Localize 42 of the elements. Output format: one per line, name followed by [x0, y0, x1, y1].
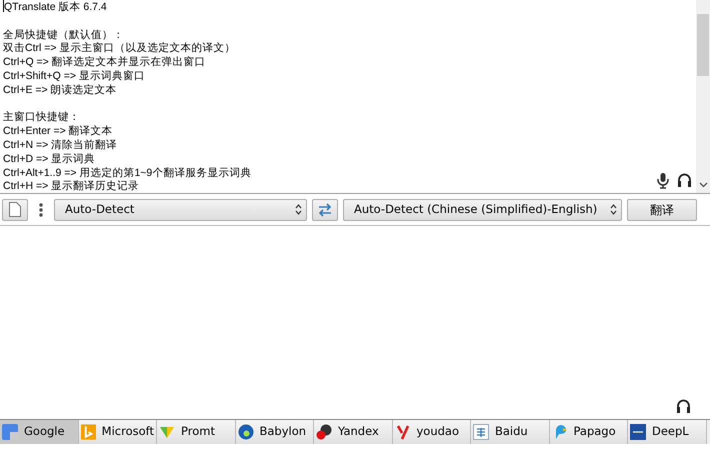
service-tab[interactable]: DeepL	[628, 420, 706, 444]
service-logo-icon	[159, 424, 175, 440]
section-heading: 全局快捷键（默认值）：	[3, 28, 124, 42]
target-language-dropdown[interactable]: Auto-Detect (Chinese (Simplified)-English)	[343, 198, 622, 220]
swap-languages-button[interactable]	[312, 198, 338, 220]
service-tab[interactable]: youdao	[392, 420, 471, 444]
headphones-icon[interactable]	[676, 399, 691, 413]
swap-arrows-icon	[317, 202, 333, 216]
service-tab[interactable]: Promt	[157, 420, 236, 444]
document-icon	[9, 202, 21, 217]
source-language-dropdown[interactable]: Auto-Detect	[54, 198, 307, 220]
service-logo-icon	[80, 424, 96, 440]
service-tab[interactable]: Yandex	[314, 420, 392, 444]
shortcut-line: Ctrl+N => 清除当前翻译	[3, 138, 118, 153]
title-line: QTranslate 版本 6.7.4	[3, 0, 107, 15]
service-logo-icon	[316, 424, 332, 440]
service-logo-icon	[238, 424, 254, 440]
shortcut-line: Ctrl+D => 显示词典	[3, 152, 96, 167]
service-logo-icon	[2, 424, 18, 440]
service-logo-icon	[394, 424, 410, 440]
service-tab[interactable]: Google	[0, 420, 78, 444]
service-tab[interactable]: Babylon	[236, 420, 314, 444]
service-tab[interactable]: Papago	[550, 420, 628, 444]
service-logo-icon	[473, 424, 489, 440]
shortcut-line: Ctrl+Shift+Q => 显示词典窗口	[3, 70, 145, 84]
up-down-arrows-icon	[610, 204, 617, 215]
shortcut-line: Ctrl+H => 显示翻译历史记录	[3, 180, 140, 194]
shortcut-line: Ctrl+Enter => 翻译文本	[3, 125, 113, 139]
new-document-button[interactable]	[2, 198, 28, 220]
service-tab[interactable]: Baidu	[471, 420, 550, 444]
service-logo-icon	[630, 424, 646, 440]
shortcut-line: Ctrl+Alt+1..9 => 用选定的第1~9个翻译服务显示词典	[3, 166, 252, 180]
shortcut-line: Ctrl+Q => 翻译选定文本并显示在弹出窗口	[3, 56, 206, 70]
headphones-icon[interactable]	[677, 173, 692, 187]
up-down-arrows-icon	[295, 204, 302, 215]
shortcut-line: 双击Ctrl => 显示主窗口（以及选定文本的译文）	[3, 42, 236, 56]
shortcut-line: Ctrl+E => 朗读选定文本	[3, 84, 117, 98]
section-heading: 主窗口快捷键：	[3, 111, 80, 126]
microphone-icon[interactable]	[657, 173, 669, 189]
service-tab[interactable]: Microsoft	[78, 420, 157, 444]
scrollbar[interactable]	[696, 0, 710, 193]
translate-button[interactable]: 翻译	[627, 198, 697, 220]
